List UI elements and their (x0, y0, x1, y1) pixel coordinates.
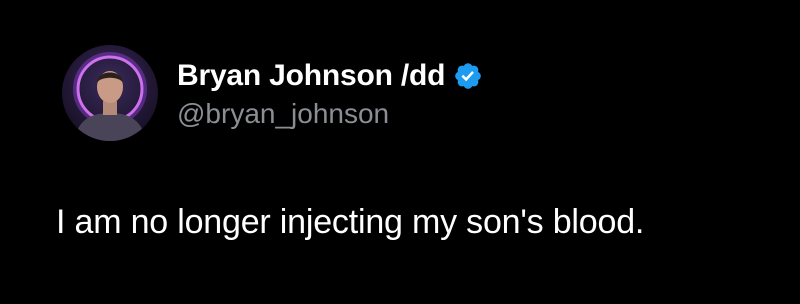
tweet-card: Bryan Johnson /dd @bryan_johnson I am no… (0, 0, 800, 304)
tweet-text: I am no longer injecting my son's blood. (56, 203, 645, 241)
verified-badge-icon (455, 63, 482, 89)
author-info: Bryan Johnson /dd @bryan_johnson (177, 56, 483, 130)
display-name[interactable]: Bryan Johnson /dd (177, 59, 445, 93)
username-handle[interactable]: @bryan_johnson (177, 98, 483, 130)
profile-photo-icon (62, 45, 158, 141)
name-row: Bryan Johnson /dd (177, 56, 483, 96)
avatar[interactable] (62, 45, 158, 141)
tweet-header: Bryan Johnson /dd @bryan_johnson (62, 45, 483, 141)
